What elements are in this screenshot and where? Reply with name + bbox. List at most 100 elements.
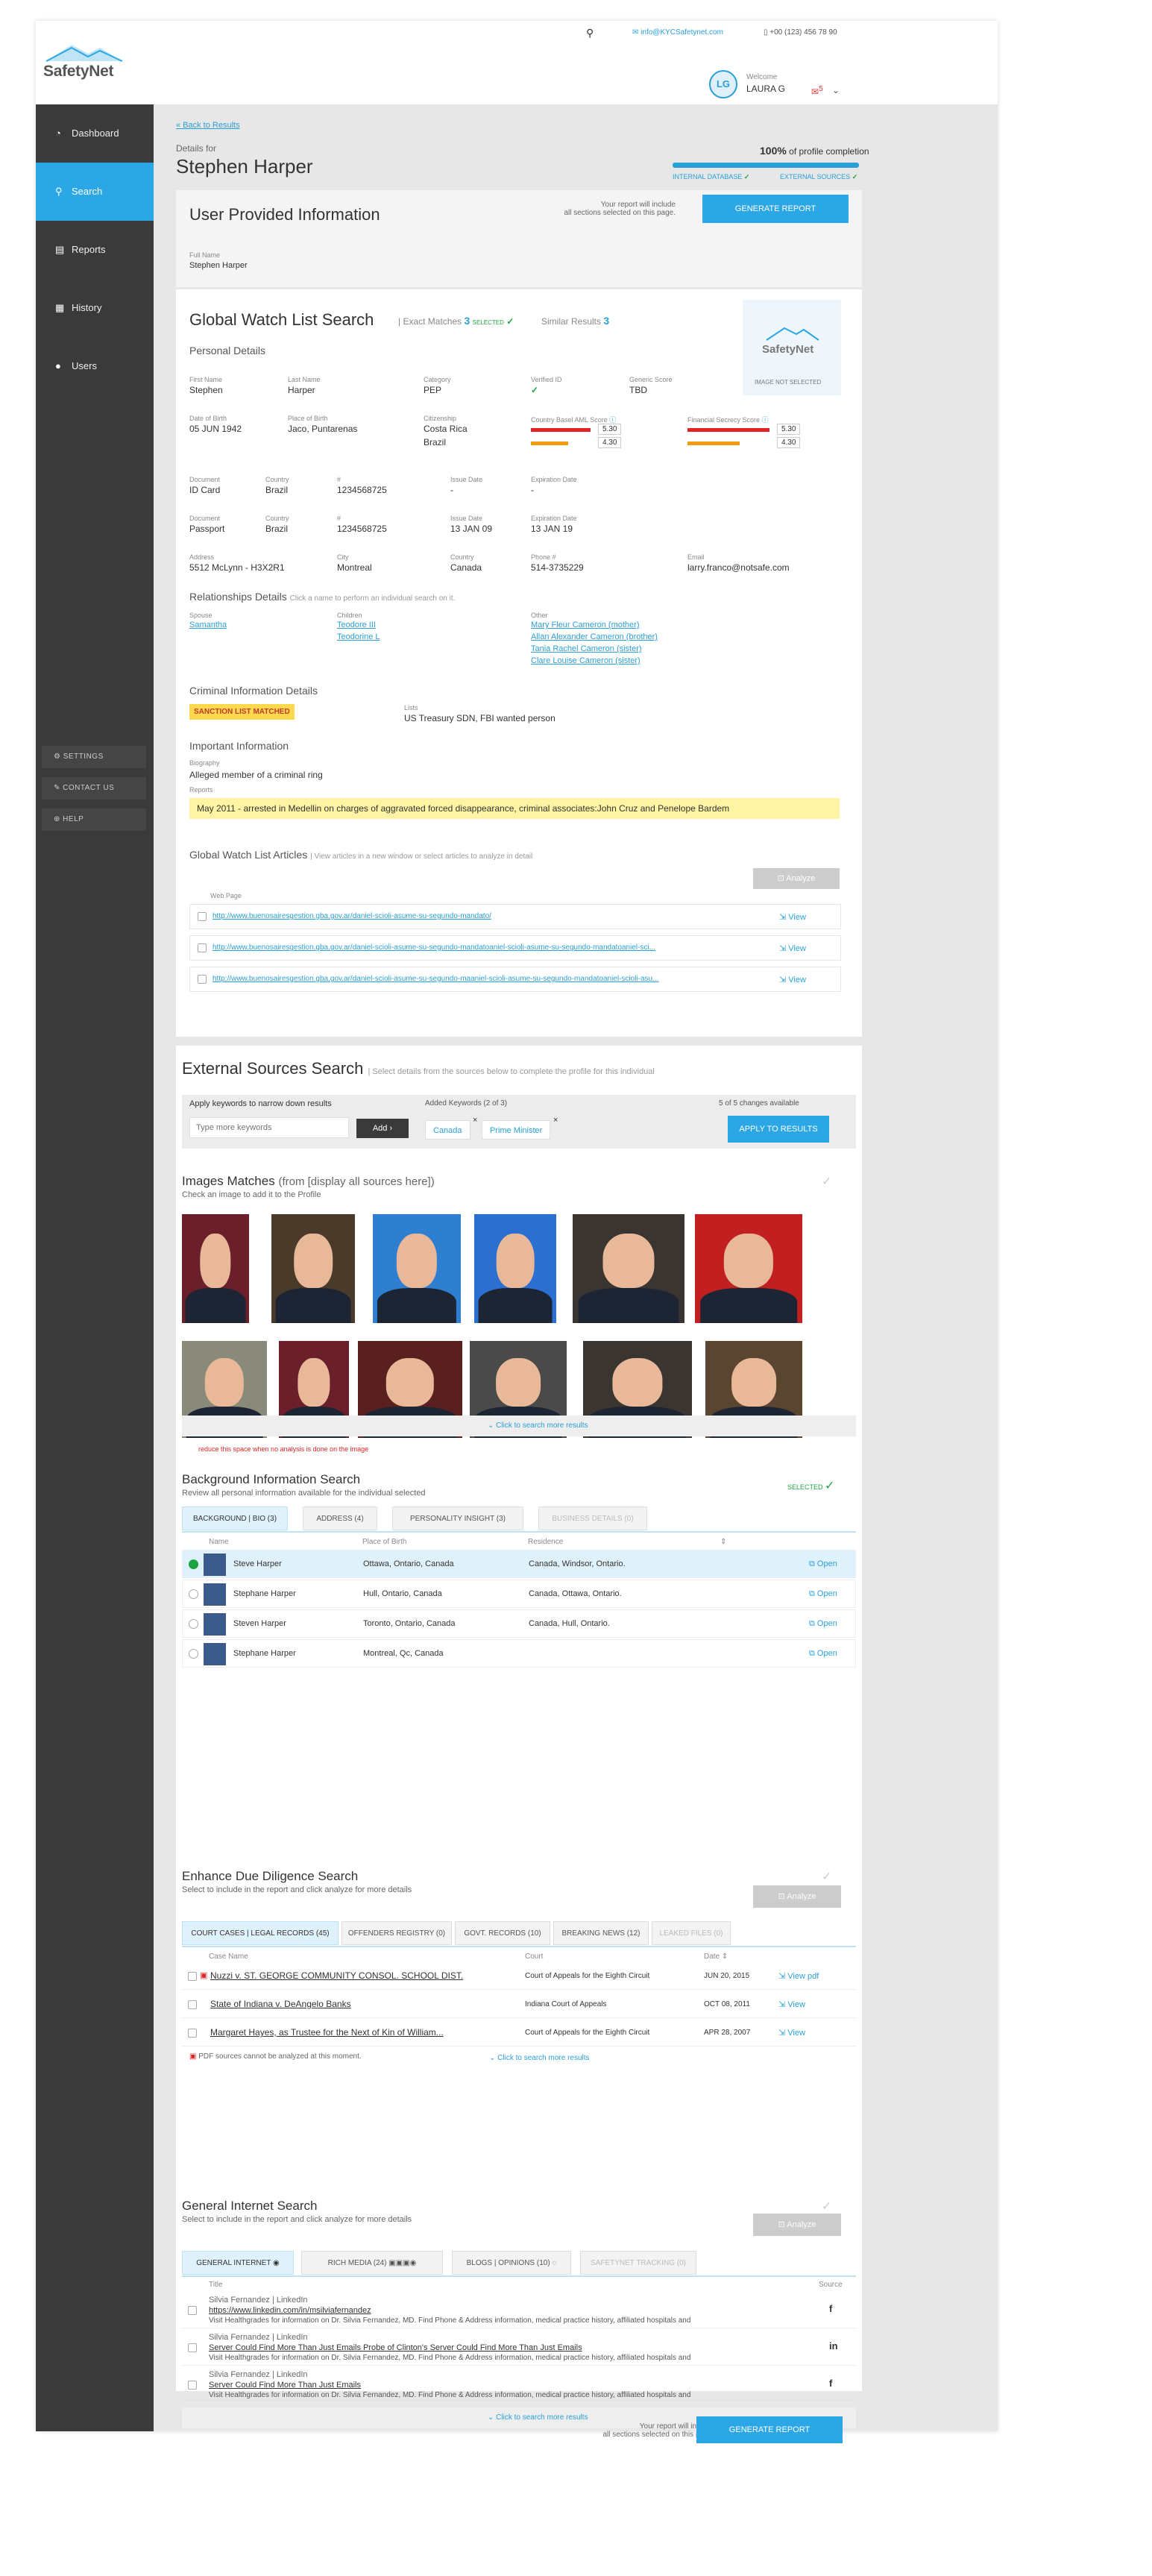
keyword-input[interactable] xyxy=(189,1117,349,1138)
sidebar-help[interactable]: ⊕ HELP xyxy=(42,808,146,831)
back-to-results-link[interactable]: « Back to Results xyxy=(176,121,240,130)
tab-govt-records[interactable]: GOVT. RECORDS (10) xyxy=(455,1921,550,1945)
sidebar-item-dashboard[interactable]: ◔ Dashboard xyxy=(36,104,154,163)
relative-link[interactable]: Tania Rachel Cameron (sister) xyxy=(531,644,642,653)
image-match-thumbnail[interactable] xyxy=(573,1214,684,1323)
result-link[interactable]: Server Could Find More Than Just Emails xyxy=(209,2381,361,2390)
sidebar-item-users[interactable]: ● Users xyxy=(36,337,154,395)
logo[interactable]: SafetyNet xyxy=(43,40,125,85)
open-link[interactable]: ⧉ Open xyxy=(809,1559,837,1569)
view-link[interactable]: ⇲ View xyxy=(778,1999,805,2009)
add-keyword-button[interactable]: Add › xyxy=(356,1119,409,1138)
image-match-thumbnail[interactable] xyxy=(271,1214,355,1323)
sidebar-settings[interactable]: ⚙ SETTINGS xyxy=(42,746,146,768)
result-link[interactable]: Server Could Find More Than Just Emails … xyxy=(209,2343,582,2352)
internet-analyze-button[interactable]: ⊡ Analyze xyxy=(753,2214,841,2236)
chevron-down-icon[interactable]: ⌄ xyxy=(832,85,840,95)
row-radio[interactable] xyxy=(189,1559,198,1569)
tab-personality[interactable]: PERSONALITY INSIGHT (3) xyxy=(392,1507,523,1530)
profile-image-placeholder[interactable]: SafetyNet IMAGE NOT SELECTED xyxy=(743,300,841,395)
row-checkbox[interactable] xyxy=(188,2381,197,2390)
result-link[interactable]: https://www.linkedin.com/in/msilviaferna… xyxy=(209,2306,371,2315)
table-row[interactable]: Margaret Hayes, as Trustee for the Next … xyxy=(182,2020,856,2046)
tab-court-cases[interactable]: COURT CASES | LEGAL RECORDS (45) xyxy=(182,1921,339,1945)
row-checkbox[interactable] xyxy=(188,2029,197,2038)
article-link[interactable]: http://www.buenosairesgestion.gba.gov.ar… xyxy=(213,912,491,920)
list-item[interactable]: Silvia Fernandez | LinkedIn Server Could … xyxy=(182,2367,856,2403)
tab-background-bio[interactable]: BACKGROUND | BIO (3) xyxy=(182,1507,288,1530)
sidebar-item-search[interactable]: ⚲ Search xyxy=(36,163,154,221)
sidebar-contact[interactable]: ✎ CONTACT US xyxy=(42,777,146,799)
remove-keyword-icon[interactable]: × xyxy=(553,1116,558,1125)
open-link[interactable]: ⧉ Open xyxy=(809,1649,837,1659)
apply-to-results-button[interactable]: APPLY TO RESULTS xyxy=(728,1116,829,1143)
row-radio[interactable] xyxy=(189,1649,198,1659)
table-row[interactable]: ▣ Nuzzi v. ST. GEORGE COMMUNITY CONSOL. S… xyxy=(182,1963,856,1990)
search-icon[interactable]: ⚲ xyxy=(586,27,594,40)
article-link[interactable]: http://www.buenosairesgestion.gba.gov.ar… xyxy=(213,975,658,983)
article-link[interactable]: http://www.buenosairesgestion.gba.gov.ar… xyxy=(213,943,655,952)
table-row[interactable]: Stephane Harper Montreal, Qc, Canada ⧉ Ope… xyxy=(182,1639,856,1668)
keyword-chip[interactable]: Canada xyxy=(425,1120,470,1140)
row-checkbox[interactable] xyxy=(188,2000,197,2009)
tab-offenders[interactable]: OFFENDERS REGISTRY (0) xyxy=(341,1921,452,1945)
child-link[interactable]: Teodore III xyxy=(337,621,376,629)
table-row[interactable]: Steve Harper Ottawa, Ontario, Canada Canad… xyxy=(182,1550,856,1578)
spouse-link[interactable]: Samantha xyxy=(189,621,227,629)
tab-blogs[interactable]: BLOGS | OPINIONS (10) ◌ xyxy=(452,2251,571,2275)
avatar[interactable]: LG xyxy=(709,70,737,98)
view-link[interactable]: ⇲ View xyxy=(779,975,806,984)
sidebar-item-reports[interactable]: ▤ Reports xyxy=(36,221,154,279)
sidebar-item-history[interactable]: ▦ History xyxy=(36,279,154,337)
tab-general-internet[interactable]: GENERAL INTERNET ◉ xyxy=(182,2251,294,2275)
row-checkbox[interactable] xyxy=(188,1972,197,1981)
case-link[interactable]: State of Indiana v. DeAngelo Banks xyxy=(210,1999,351,2009)
more-results-link[interactable]: ⌄ Click to search more results xyxy=(488,1421,588,1430)
view-link[interactable]: ⇲ View xyxy=(779,912,806,922)
due-more-link[interactable]: ⌄ Click to search more results xyxy=(489,2054,590,2062)
analyze-button[interactable]: ⊡ Analyze xyxy=(753,868,840,889)
info-icon[interactable]: ⓘ xyxy=(762,416,769,424)
case-link[interactable]: Nuzzi v. ST. GEORGE COMMUNITY CONSOL. SC… xyxy=(210,1970,463,1981)
remove-keyword-icon[interactable]: × xyxy=(473,1116,477,1125)
row-checkbox[interactable] xyxy=(188,2306,197,2315)
view-link[interactable]: ⇲ View pdf xyxy=(778,1971,819,1981)
list-item[interactable]: Silvia Fernandez | LinkedIn https://www.l… xyxy=(182,2293,856,2328)
tab-leaked-files[interactable]: LEAKED FILES (0) xyxy=(652,1921,731,1945)
relative-link[interactable]: Allan Alexander Cameron (brother) xyxy=(531,632,658,641)
due-analyze-button[interactable]: ⊡ Analyze xyxy=(753,1885,841,1908)
image-match-thumbnail[interactable] xyxy=(474,1214,556,1323)
tab-safetynet-tracking[interactable]: SAFETYNET TRACKING (0) xyxy=(580,2251,696,2275)
article-checkbox[interactable] xyxy=(198,912,207,921)
row-radio[interactable] xyxy=(189,1589,198,1599)
col-date[interactable]: Date ⇕ xyxy=(704,1953,728,1961)
article-checkbox[interactable] xyxy=(198,975,207,984)
case-link[interactable]: Margaret Hayes, as Trustee for the Next … xyxy=(210,2027,444,2038)
open-link[interactable]: ⧉ Open xyxy=(809,1589,837,1599)
table-row[interactable]: Steven Harper Toronto, Ontario, Canada Can… xyxy=(182,1609,856,1638)
relative-link[interactable]: Mary Fleur Cameron (mother) xyxy=(531,621,639,629)
exact-matches[interactable]: | Exact Matches 3 SELECTED ✓ xyxy=(398,315,514,327)
table-row[interactable]: Stephane Harper Hull, Ontario, Canada Cana… xyxy=(182,1580,856,1608)
open-link[interactable]: ⧉ Open xyxy=(809,1619,837,1629)
notification-badge[interactable]: ✉5 xyxy=(811,85,823,97)
relative-link[interactable]: Clare Louise Cameron (sister) xyxy=(531,656,640,665)
footer-generate-report-button[interactable]: GENERATE REPORT xyxy=(696,2416,843,2443)
child-link[interactable]: Teodorine L xyxy=(337,632,380,641)
header-email[interactable]: ✉ info@KYCSafetynet.com xyxy=(632,28,723,37)
tab-business[interactable]: BUSINESS DETAILS (0) xyxy=(538,1507,647,1530)
internet-more-link[interactable]: ⌄ Click to search more results xyxy=(488,2413,588,2422)
image-match-thumbnail[interactable] xyxy=(182,1214,249,1323)
view-link[interactable]: ⇲ View xyxy=(778,2028,805,2038)
generate-report-button[interactable]: GENERATE REPORT xyxy=(702,195,849,223)
table-row[interactable]: State of Indiana v. DeAngelo Banks Indian… xyxy=(182,1991,856,2018)
similar-results[interactable]: Similar Results 3 xyxy=(541,315,609,327)
tab-rich-media[interactable]: RICH MEDIA (24) ▣▣▣◉ xyxy=(301,2251,443,2275)
article-checkbox[interactable] xyxy=(198,943,207,952)
tab-address[interactable]: ADDRESS (4) xyxy=(303,1507,377,1530)
more-results-bar[interactable]: ⌄ Click to search more results xyxy=(182,1416,856,1436)
keyword-chip[interactable]: Prime Minister xyxy=(482,1120,551,1140)
row-radio[interactable] xyxy=(189,1619,198,1629)
list-item[interactable]: Silvia Fernandez | LinkedIn Server Could … xyxy=(182,2330,856,2366)
image-match-thumbnail[interactable] xyxy=(695,1214,802,1323)
